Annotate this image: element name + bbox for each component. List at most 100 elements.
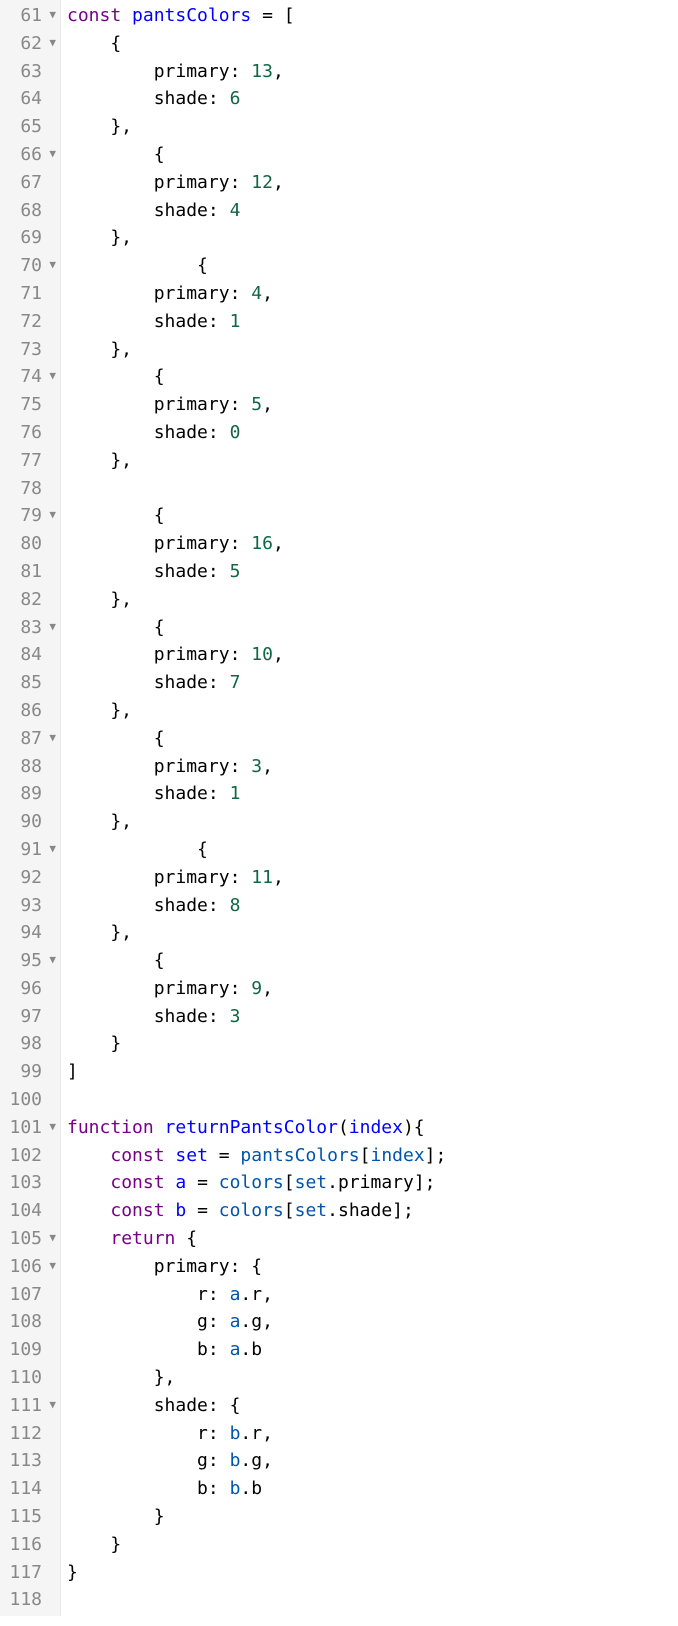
code-line[interactable]: { <box>67 947 678 975</box>
code-line[interactable]: g: b.g, <box>67 1447 678 1475</box>
code-line[interactable]: } <box>67 1030 678 1058</box>
code-editor[interactable]: 61▼62▼63 64 65 66▼67 68 69 70▼71 72 73 7… <box>0 0 678 1616</box>
fold-toggle-icon[interactable]: ▼ <box>42 140 56 168</box>
gutter-line: 75 <box>6 391 56 419</box>
code-line[interactable]: const b = colors[set.shade]; <box>67 1197 678 1225</box>
code-line[interactable]: const pantsColors = [ <box>67 2 678 30</box>
code-line[interactable]: } <box>67 1559 678 1587</box>
code-line[interactable]: }, <box>67 586 678 614</box>
fold-toggle-icon[interactable]: ▼ <box>42 613 56 641</box>
code-line[interactable]: primary: 12, <box>67 169 678 197</box>
fold-toggle-icon[interactable]: ▼ <box>42 724 56 752</box>
code-line[interactable]: shade: 1 <box>67 780 678 808</box>
code-line[interactable]: { <box>67 252 678 280</box>
fold-toggle-icon <box>42 891 56 919</box>
token-punct <box>67 394 154 415</box>
fold-toggle-icon[interactable]: ▼ <box>42 1391 56 1419</box>
code-line[interactable]: ] <box>67 1058 678 1086</box>
fold-toggle-icon <box>42 57 56 85</box>
fold-toggle-icon[interactable]: ▼ <box>42 1113 56 1141</box>
code-line[interactable]: primary: 13, <box>67 58 678 86</box>
gutter-line: 73 <box>6 336 56 364</box>
fold-toggle-icon[interactable]: ▼ <box>42 1224 56 1252</box>
code-line[interactable]: shade: 0 <box>67 419 678 447</box>
code-line[interactable]: primary: { <box>67 1253 678 1281</box>
code-line[interactable]: }, <box>67 808 678 836</box>
fold-toggle-icon <box>42 1474 56 1502</box>
fold-toggle-icon <box>42 918 56 946</box>
code-line[interactable]: }, <box>67 224 678 252</box>
code-line[interactable]: { <box>67 836 678 864</box>
token-punct: : <box>208 200 230 221</box>
fold-toggle-icon[interactable]: ▼ <box>42 251 56 279</box>
code-line[interactable]: b: b.b <box>67 1475 678 1503</box>
fold-toggle-icon[interactable]: ▼ <box>42 501 56 529</box>
line-number: 88 <box>6 753 42 781</box>
fold-toggle-icon[interactable]: ▼ <box>42 835 56 863</box>
code-line[interactable]: } <box>67 1503 678 1531</box>
fold-toggle-icon[interactable]: ▼ <box>42 29 56 57</box>
code-line[interactable]: }, <box>67 336 678 364</box>
line-number: 113 <box>6 1447 42 1475</box>
code-line[interactable]: shade: { <box>67 1392 678 1420</box>
code-line[interactable]: }, <box>67 113 678 141</box>
code-line[interactable]: primary: 16, <box>67 530 678 558</box>
fold-toggle-icon <box>42 279 56 307</box>
token-punct: { <box>67 728 165 749</box>
code-line[interactable]: { <box>67 141 678 169</box>
code-line[interactable]: primary: 11, <box>67 864 678 892</box>
fold-toggle-icon[interactable]: ▼ <box>42 946 56 974</box>
token-punct: } <box>67 1562 78 1583</box>
code-line[interactable]: { <box>67 502 678 530</box>
fold-toggle-icon <box>42 557 56 585</box>
code-line[interactable]: function returnPantsColor(index){ <box>67 1114 678 1142</box>
token-prop: primary <box>154 283 230 304</box>
token-punct: ]; <box>425 1145 447 1166</box>
code-line[interactable]: }, <box>67 447 678 475</box>
gutter-line: 86 <box>6 697 56 725</box>
code-line[interactable]: shade: 6 <box>67 85 678 113</box>
code-line[interactable]: shade: 5 <box>67 558 678 586</box>
code-line[interactable] <box>67 1586 678 1614</box>
fold-toggle-icon[interactable]: ▼ <box>42 1 56 29</box>
code-line[interactable]: shade: 7 <box>67 669 678 697</box>
code-line[interactable]: shade: 3 <box>67 1003 678 1031</box>
fold-toggle-icon[interactable]: ▼ <box>42 362 56 390</box>
code-line[interactable]: shade: 4 <box>67 197 678 225</box>
code-line[interactable]: primary: 3, <box>67 753 678 781</box>
code-line[interactable]: primary: 9, <box>67 975 678 1003</box>
code-line[interactable]: r: b.r, <box>67 1420 678 1448</box>
code-line[interactable]: shade: 8 <box>67 892 678 920</box>
fold-toggle-icon <box>42 696 56 724</box>
code-line[interactable]: b: a.b <box>67 1336 678 1364</box>
code-line[interactable]: primary: 5, <box>67 391 678 419</box>
code-line[interactable]: g: a.g, <box>67 1308 678 1336</box>
code-area[interactable]: const pantsColors = [ { primary: 13, sha… <box>61 0 678 1616</box>
code-line[interactable]: }, <box>67 1364 678 1392</box>
code-line[interactable]: r: a.r, <box>67 1281 678 1309</box>
line-number: 111 <box>6 1392 42 1420</box>
code-line[interactable]: { <box>67 614 678 642</box>
token-num: 10 <box>251 644 273 665</box>
line-number: 109 <box>6 1336 42 1364</box>
code-line[interactable]: } <box>67 1531 678 1559</box>
code-line[interactable]: { <box>67 725 678 753</box>
token-punct <box>67 783 154 804</box>
code-line[interactable]: return { <box>67 1225 678 1253</box>
code-line[interactable]: { <box>67 30 678 58</box>
code-line[interactable]: primary: 10, <box>67 641 678 669</box>
code-line[interactable] <box>67 1086 678 1114</box>
code-line[interactable]: shade: 1 <box>67 308 678 336</box>
gutter-line: 79▼ <box>6 502 56 530</box>
fold-toggle-icon[interactable]: ▼ <box>42 1252 56 1280</box>
code-line[interactable]: }, <box>67 919 678 947</box>
fold-toggle-icon <box>42 1446 56 1474</box>
code-line[interactable]: const a = colors[set.primary]; <box>67 1169 678 1197</box>
code-line[interactable]: { <box>67 363 678 391</box>
code-line[interactable]: primary: 4, <box>67 280 678 308</box>
token-punct: } <box>67 1506 165 1527</box>
gutter-line: 77 <box>6 447 56 475</box>
code-line[interactable] <box>67 475 678 503</box>
code-line[interactable]: const set = pantsColors[index]; <box>67 1142 678 1170</box>
code-line[interactable]: }, <box>67 697 678 725</box>
